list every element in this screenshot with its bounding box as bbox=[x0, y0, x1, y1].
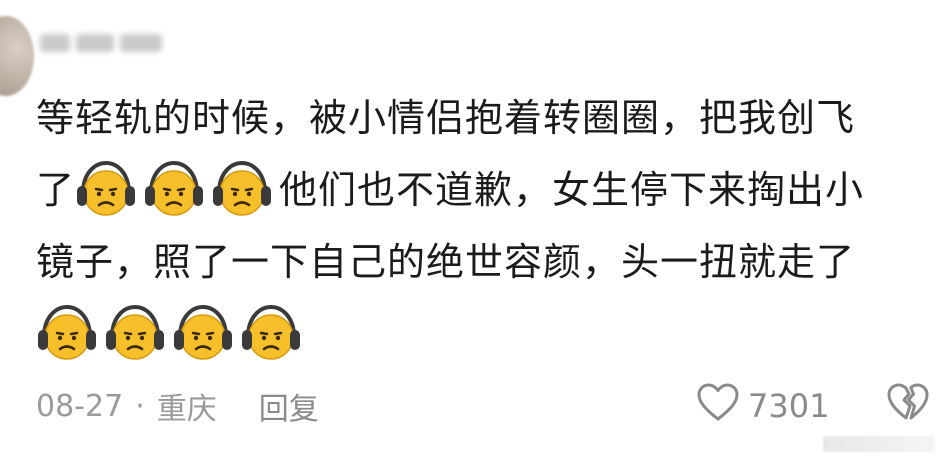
heart-outline-icon bbox=[696, 382, 740, 430]
like-count: 7301 bbox=[748, 387, 830, 425]
comment-text-segment: 了 bbox=[36, 168, 76, 212]
like-button[interactable]: 7301 bbox=[696, 382, 830, 430]
username-blur-segment bbox=[120, 34, 162, 52]
username-blur-segment bbox=[40, 34, 70, 52]
frowning-face-headphones-icon bbox=[172, 303, 234, 365]
meta-separator: · bbox=[135, 388, 145, 424]
username-blur-segment bbox=[76, 34, 114, 52]
comment-meta: 08-27 · 重庆 bbox=[36, 384, 217, 428]
comment-date: 08-27 bbox=[36, 388, 124, 424]
username-blurred[interactable] bbox=[40, 30, 175, 56]
comment-line: 镜子，照了一下自己的绝世容颜，头一扭就走了 bbox=[36, 226, 916, 298]
frowning-face-headphones-icon bbox=[240, 303, 302, 365]
comment-line bbox=[36, 298, 916, 370]
comment-footer: 08-27 · 重庆 回复 7301 bbox=[36, 382, 929, 430]
comment-text: 等轻轨的时候，被小情侣抱着转圈圈，把我创飞了 他们也不道歉，女生停下来掏出小镜子，… bbox=[36, 82, 916, 370]
comment-line: 了 他们也不道歉，女生停下来掏出小 bbox=[36, 154, 916, 226]
comment-text-segment: 等轻轨的时候，被小情侣抱着转圈圈，把我创飞 bbox=[36, 96, 856, 140]
frowning-face-headphones-icon bbox=[143, 159, 205, 221]
comment-text-segment: 他们也不道歉，女生停下来掏出小 bbox=[279, 168, 865, 212]
reply-button[interactable]: 回复 bbox=[259, 384, 319, 428]
avatar[interactable] bbox=[0, 16, 34, 96]
dislike-button[interactable] bbox=[886, 382, 930, 430]
comment-line: 等轻轨的时候，被小情侣抱着转圈圈，把我创飞 bbox=[36, 82, 916, 154]
frowning-face-headphones-icon bbox=[36, 303, 98, 365]
frowning-face-headphones-icon bbox=[211, 159, 273, 221]
comment-text-segment: 镜子，照了一下自己的绝世容颜，头一扭就走了 bbox=[36, 240, 856, 284]
comment-location: 重庆 bbox=[156, 392, 217, 427]
frowning-face-headphones-icon bbox=[75, 159, 137, 221]
frowning-face-headphones-icon bbox=[104, 303, 166, 365]
watermark bbox=[823, 436, 935, 452]
broken-heart-icon bbox=[886, 382, 930, 430]
